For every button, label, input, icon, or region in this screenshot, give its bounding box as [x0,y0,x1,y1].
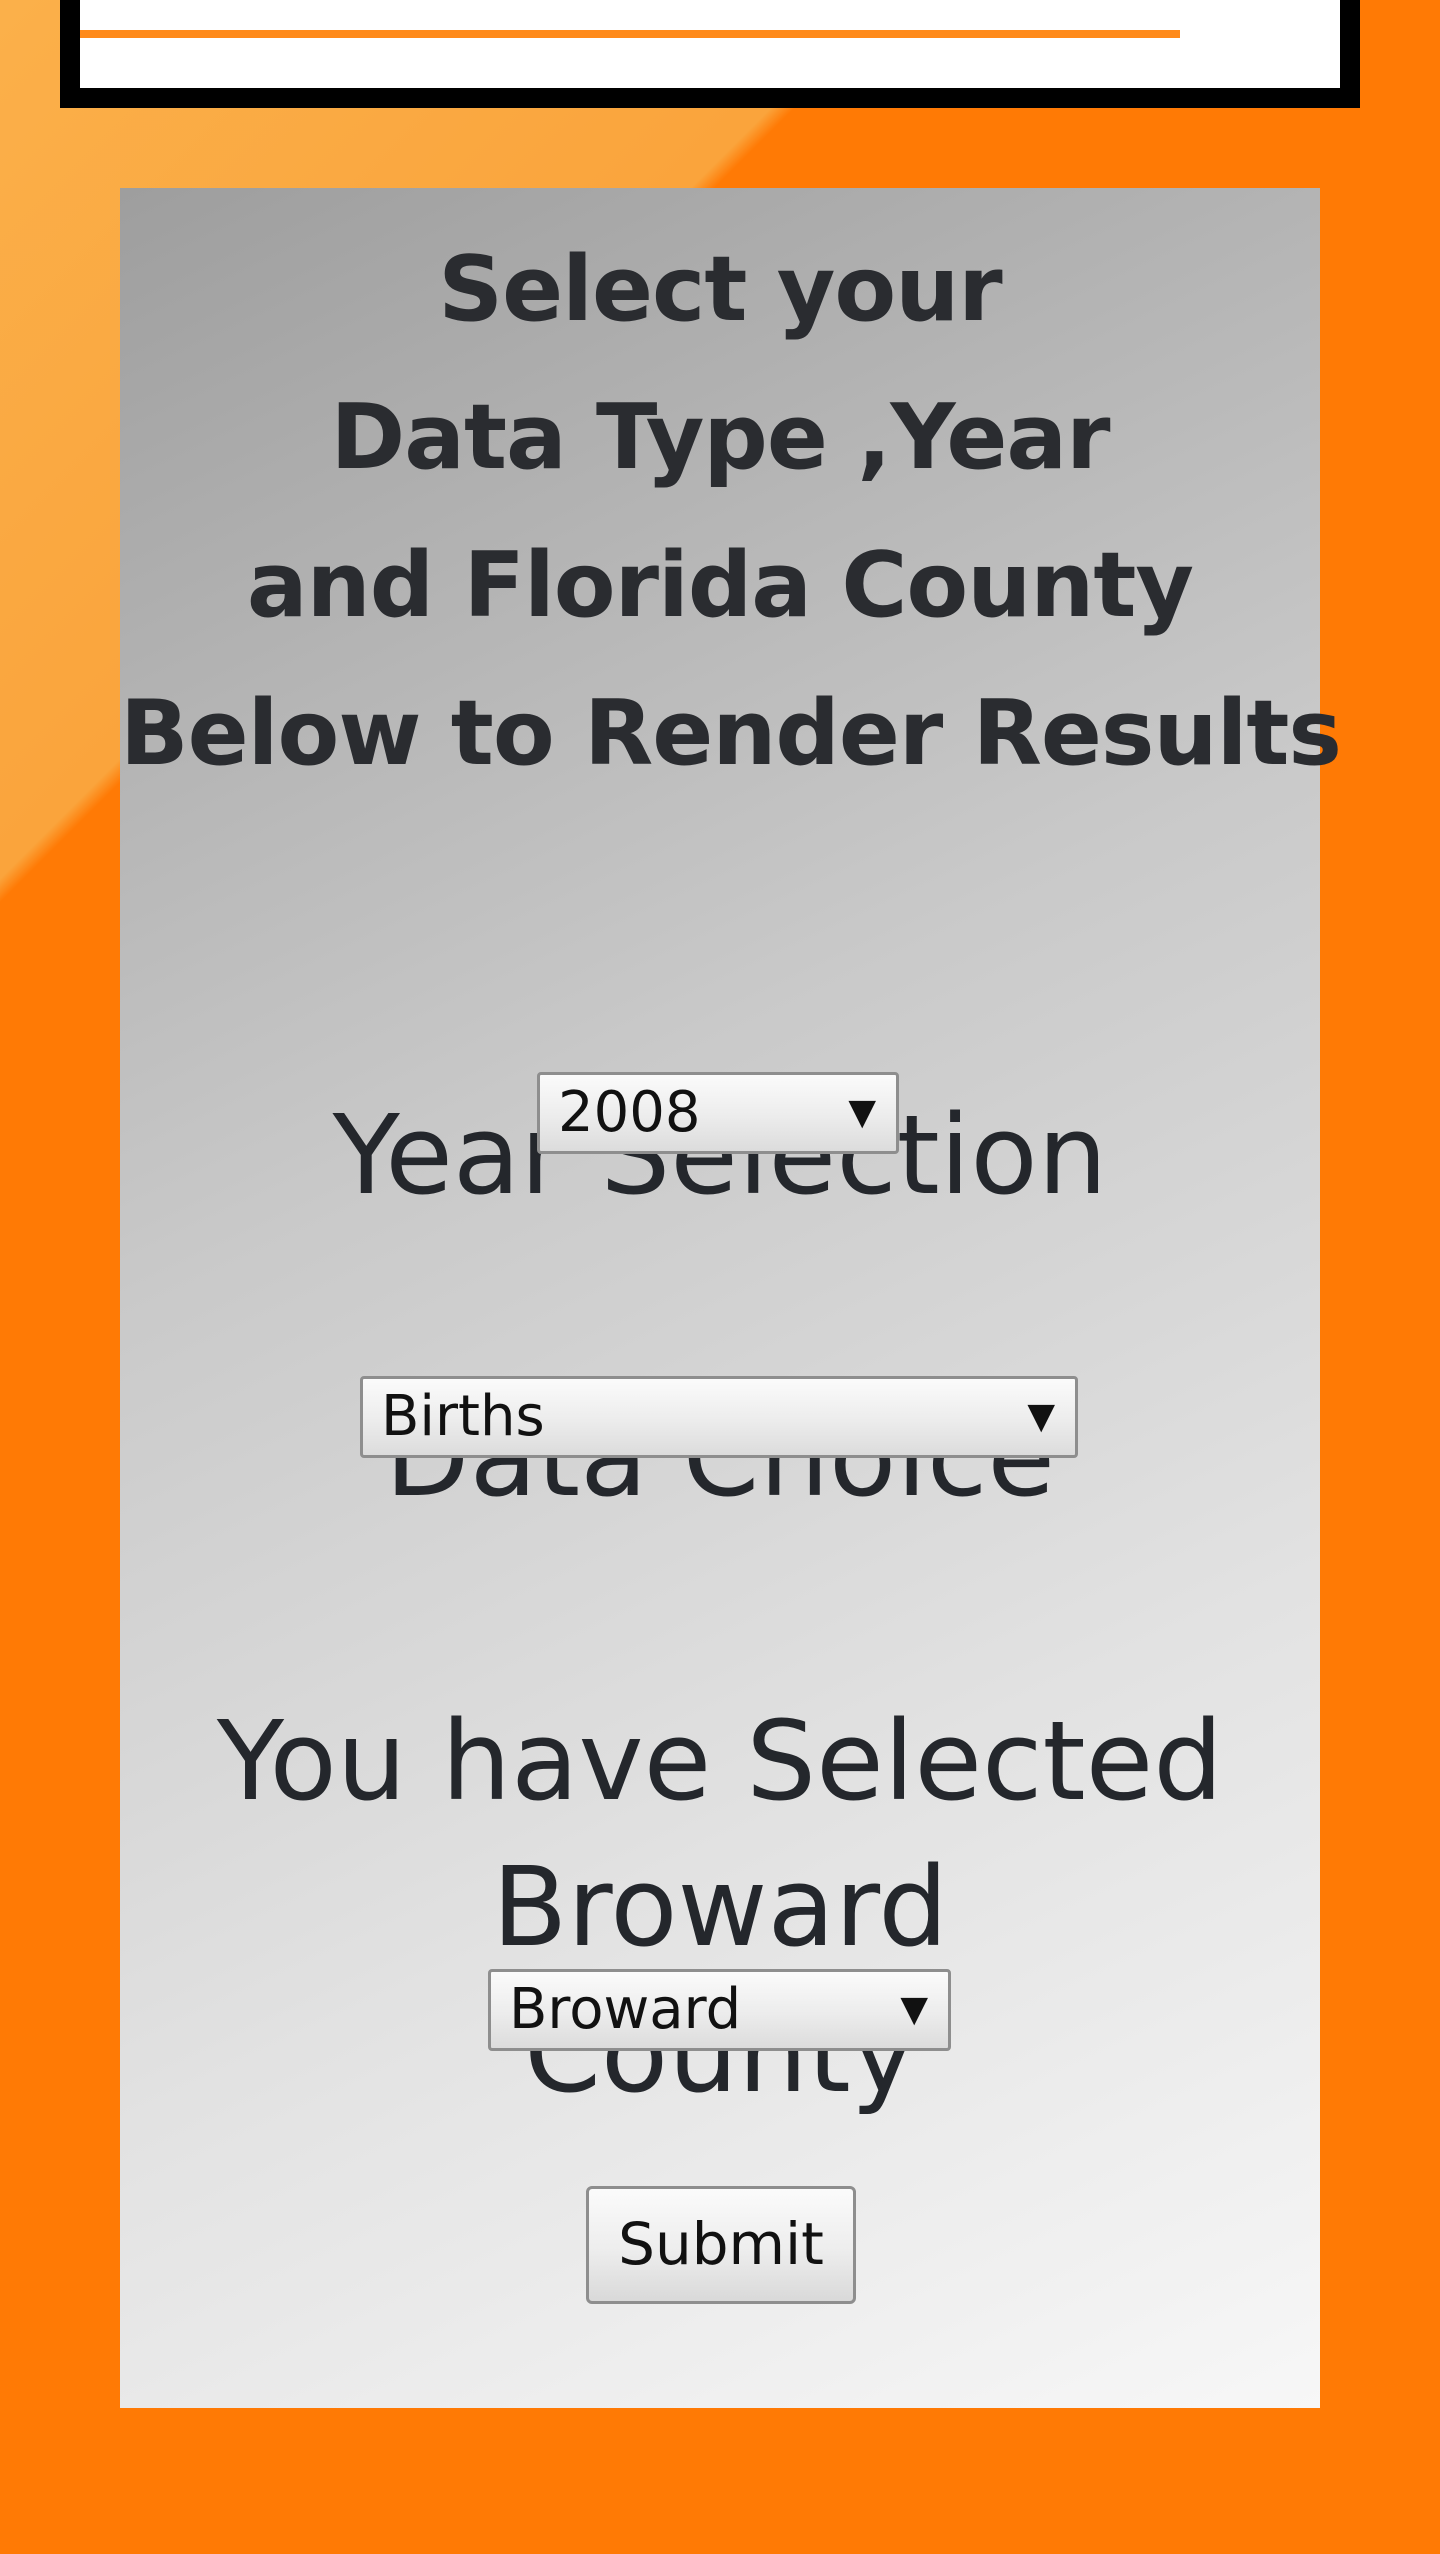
county-select-value: Broward [509,1977,742,2042]
submit-button[interactable]: Submit [586,2186,856,2304]
chevron-down-icon: ▼ [1027,1396,1055,1437]
year-select[interactable]: 2008 ▼ [537,1072,899,1154]
intro-line-2: Data Type ,Year [330,385,1111,490]
county-select[interactable]: Broward ▼ [488,1969,951,2051]
intro-heading: Select your Data Type ,Year and Florida … [120,216,1342,808]
data-choice-select-value: Births [381,1384,545,1449]
intro-line-3: and Florida County [246,533,1194,638]
chevron-down-icon: ▼ [900,1989,928,2030]
year-select-value: 2008 [558,1080,701,1145]
selected-county-message-line-2: Broward [491,1843,949,1971]
intro-line-1: Select your [438,237,1002,342]
top-frame-inner [80,0,1340,88]
data-choice-select[interactable]: Births ▼ [360,1376,1078,1458]
selection-panel: Select your Data Type ,Year and Florida … [120,188,1342,2408]
selected-county-message-line-1: You have Selected [216,1697,1224,1825]
top-accent-stripe [80,30,1180,38]
intro-line-4: Below to Render Results [120,681,1342,786]
chevron-down-icon: ▼ [848,1092,876,1133]
